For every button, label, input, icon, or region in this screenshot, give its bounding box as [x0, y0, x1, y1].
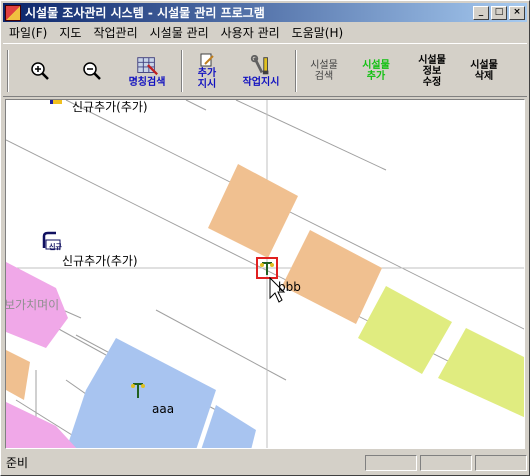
- facility-add-button[interactable]: 시설물 추가: [353, 48, 399, 94]
- facility-delete-button[interactable]: 시설물 삭제: [461, 48, 507, 94]
- menu-file[interactable]: 파일(F): [3, 24, 53, 41]
- toolbar-separator: [181, 50, 183, 92]
- task-instruction-label: 작업지시: [242, 76, 280, 88]
- toolbar-separator: [7, 50, 9, 92]
- facility-delete-label-1: 시설물: [470, 60, 498, 71]
- menu-task[interactable]: 작업관리: [87, 24, 143, 41]
- task-instruction-button[interactable]: 작업지시: [233, 48, 289, 94]
- close-button[interactable]: ×: [509, 5, 525, 20]
- facility-search-label-1: 시설물: [310, 60, 338, 71]
- facility-search-button[interactable]: 시설물 검색: [301, 48, 347, 94]
- menu-help[interactable]: 도움말(H): [286, 24, 350, 41]
- facility-edit-label-3: 수정: [422, 76, 442, 88]
- magnifier-plus-icon: [28, 60, 52, 82]
- status-pane: [475, 455, 527, 471]
- zoom-out-button[interactable]: [77, 48, 107, 94]
- status-text: 준비: [6, 456, 29, 470]
- building-blue: [201, 405, 256, 448]
- map-label-aaa: aaa: [152, 402, 175, 416]
- tools-icon: [249, 54, 273, 77]
- facility-search-label-2: 검색: [314, 71, 334, 82]
- title-bar[interactable]: 시설물 조사관리 시스템 - 시설물 관리 프로그램 _ □ ×: [3, 3, 527, 22]
- name-search-button[interactable]: 명칭검색: [121, 48, 173, 94]
- magnifier-minus-icon: [80, 60, 104, 82]
- map-label-bbb: bbb: [278, 280, 301, 294]
- add-instruction-button[interactable]: 추가 지시: [191, 48, 223, 94]
- building-yellow: [438, 328, 524, 418]
- map-label-new-top: 신규추가(추가): [72, 100, 148, 114]
- add-instruction-label-2: 지시: [197, 79, 217, 90]
- grid-search-icon: [135, 55, 159, 77]
- status-pane: [365, 455, 417, 471]
- facility-delete-label-2: 삭제: [474, 71, 494, 82]
- pencil-doc-icon: [195, 52, 219, 68]
- facility-marker: [50, 100, 62, 104]
- map-drawing: [6, 100, 524, 448]
- app-icon: [5, 4, 21, 21]
- status-bar: 준비: [3, 453, 527, 473]
- facility-edit-label-2: 정보: [422, 65, 442, 77]
- menu-user[interactable]: 사용자 관리: [215, 24, 286, 41]
- facility-edit-label-1: 시설물: [418, 54, 446, 66]
- building-pink: [6, 402, 77, 448]
- menu-bar: 파일(F) 지도 작업관리 시설물 관리 사용자 관리 도움말(H): [3, 23, 527, 42]
- new-badge-label: 신규: [49, 243, 62, 251]
- map-label-new-mid: 신규추가(추가): [62, 254, 138, 268]
- facility-edit-button[interactable]: 시설물 정보 수정: [409, 48, 455, 94]
- status-pane: [420, 455, 472, 471]
- building-yellow: [358, 286, 452, 374]
- map-label-pink: 보가치며이: [5, 298, 60, 312]
- maximize-button[interactable]: □: [491, 5, 507, 20]
- app-window: 시설물 조사관리 시스템 - 시설물 관리 프로그램 _ □ × 파일(F) 지…: [0, 0, 530, 476]
- minimize-button[interactable]: _: [473, 5, 489, 20]
- name-search-label: 명칭검색: [128, 76, 166, 88]
- zoom-in-button[interactable]: [25, 48, 55, 94]
- toolbar-separator: [295, 50, 297, 92]
- menu-map[interactable]: 지도: [53, 24, 87, 41]
- add-instruction-label-1: 추가: [197, 68, 217, 79]
- toolbar: 명칭검색 추가 지시 작업지시 시설물 검색 시설물 추가 시설물 정보 수정 …: [3, 43, 527, 97]
- menu-facility[interactable]: 시설물 관리: [144, 24, 215, 41]
- building-orange: [282, 230, 382, 324]
- facility-add-label-2: 추가: [366, 71, 386, 82]
- window-title: 시설물 조사관리 시스템 - 시설물 관리 프로그램: [25, 6, 265, 20]
- building-blue: [66, 338, 216, 448]
- map-canvas[interactable]: 신규추가(추가) 신규추가(추가) 신규 bbb aaa 보가치며이: [5, 99, 525, 449]
- building-orange: [6, 350, 30, 400]
- facility-add-label-1: 시설물: [362, 60, 390, 71]
